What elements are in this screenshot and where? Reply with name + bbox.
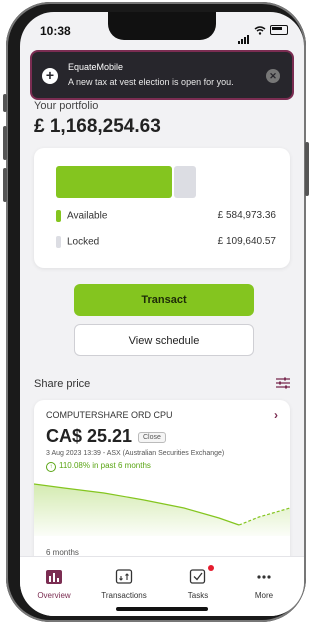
market-status-badge: Close [138, 432, 166, 443]
home-indicator [116, 607, 208, 611]
notification-app-name: EquateMobile [68, 62, 124, 72]
available-amount: £ 584,973.36 [217, 210, 276, 221]
company-name: COMPUTERSHARE ORD CPU [46, 410, 173, 420]
portfolio-label: Your portfolio [34, 100, 99, 112]
bottom-tab-bar: Overview Transactions Tasks More [20, 556, 304, 616]
tasks-icon [168, 565, 228, 587]
side-button-volume-down [3, 168, 7, 202]
status-time: 10:38 [40, 24, 71, 38]
share-price-label: Share price [34, 378, 91, 390]
locked-swatch [56, 236, 61, 248]
transact-button[interactable]: Transact [74, 284, 254, 316]
tab-more-label: More [254, 591, 274, 600]
tab-tasks-label: Tasks [187, 591, 209, 600]
share-price-card[interactable]: COMPUTERSHARE ORD CPU › CA$ 25.21 Close … [34, 400, 290, 570]
locked-bar [174, 166, 196, 198]
tab-more[interactable]: More [234, 565, 294, 600]
status-icons [238, 25, 288, 44]
chevron-right-icon[interactable]: › [274, 408, 278, 422]
signal-icon [238, 26, 250, 44]
battery-icon [270, 25, 288, 35]
wifi-icon [254, 25, 266, 35]
tab-transactions[interactable]: Transactions [94, 565, 154, 600]
phone-frame: 10:38 + EquateMobile A new tax at vest e… [3, 2, 309, 622]
tab-transactions-label: Transactions [101, 591, 147, 600]
tab-tasks[interactable]: Tasks [168, 565, 228, 600]
available-label: Available [67, 210, 108, 222]
available-swatch [56, 210, 61, 222]
more-icon [234, 565, 294, 587]
locked-amount: £ 109,640.57 [217, 236, 276, 247]
side-button-silent [3, 94, 7, 112]
portfolio-value: £ 1,168,254.63 [34, 116, 161, 137]
price-change: ↑ 110.08% in past 6 months [46, 461, 151, 472]
dismiss-icon[interactable]: ✕ [266, 69, 280, 83]
transactions-icon [94, 565, 154, 587]
filter-sliders-icon[interactable] [276, 377, 290, 389]
tab-overview-label: Overview [37, 591, 71, 600]
tasks-notification-dot [208, 565, 214, 571]
notification-banner[interactable]: + EquateMobile A new tax at vest electio… [30, 50, 294, 100]
screen: 10:38 + EquateMobile A new tax at vest e… [20, 12, 304, 616]
app-plus-icon: + [42, 68, 58, 84]
legend-locked: Locked [56, 236, 99, 248]
side-button-power [305, 142, 309, 196]
price-timestamp: 3 Aug 2023 13:39 - ASX (Australian Secur… [46, 450, 225, 457]
price-change-text: 110.08% in past 6 months [59, 461, 151, 470]
side-button-volume-up [3, 126, 7, 160]
tab-overview[interactable]: Overview [24, 565, 84, 600]
notch [108, 12, 216, 40]
price-sparkline [34, 483, 290, 536]
view-schedule-button[interactable]: View schedule [74, 324, 254, 356]
overview-icon [24, 565, 84, 587]
notification-message: A new tax at vest election is open for y… [68, 77, 234, 87]
share-price-value: CA$ 25.21 [46, 426, 133, 446]
legend-available: Available [56, 210, 107, 222]
locked-label: Locked [67, 236, 100, 248]
portfolio-breakdown-card: Available £ 584,973.36 Locked £ 109,640.… [34, 148, 290, 268]
available-bar [56, 166, 172, 198]
arrow-up-circle-icon: ↑ [46, 462, 56, 472]
